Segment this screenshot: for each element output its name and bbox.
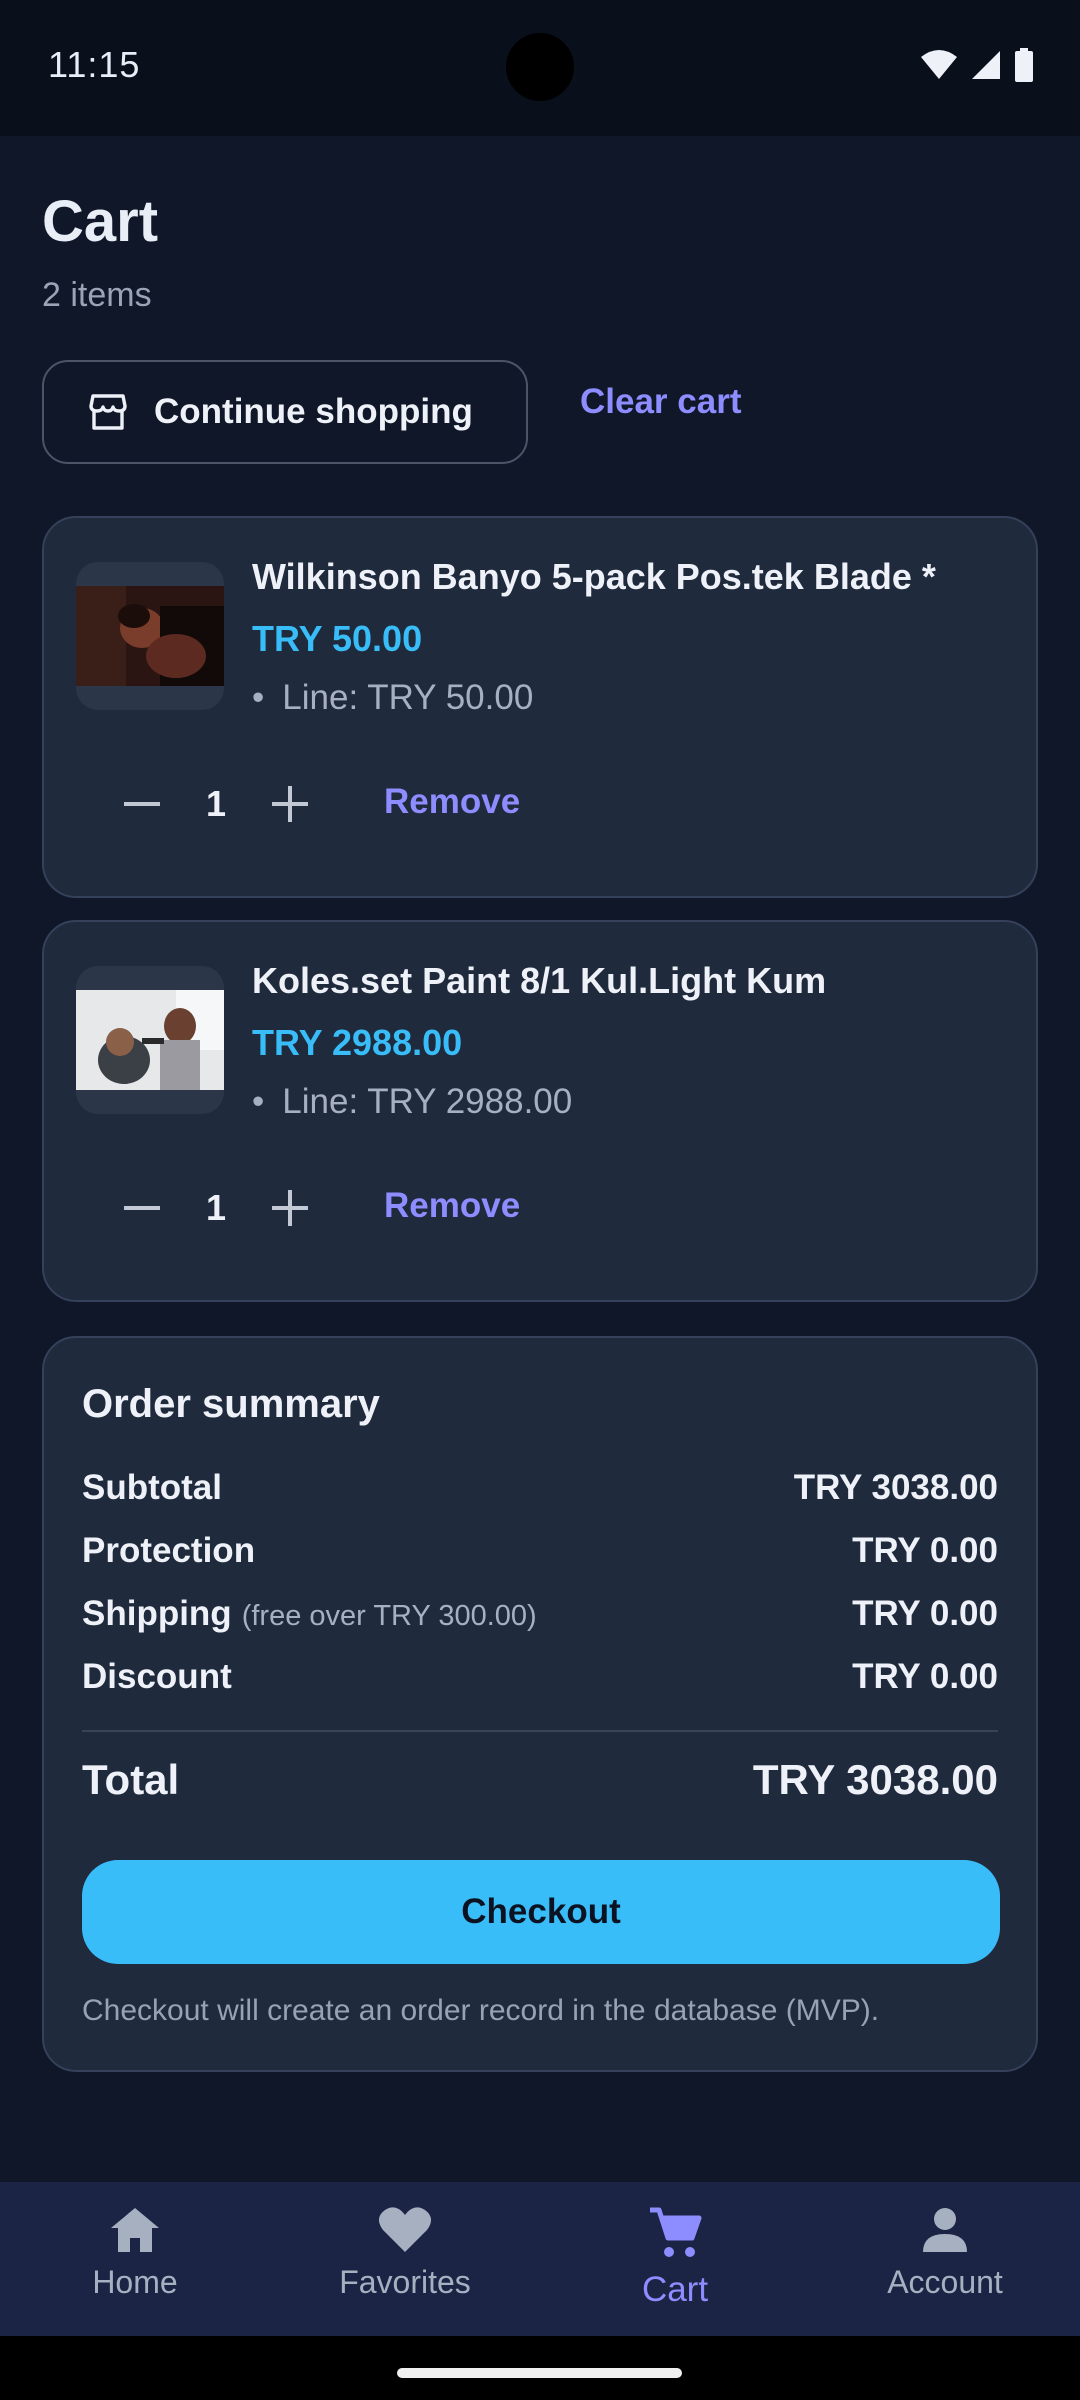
discount-row: Discount TRY 0.00 xyxy=(82,1657,998,1697)
status-bar: 11:15 xyxy=(0,0,1080,136)
remove-item-button[interactable]: Remove xyxy=(384,782,520,822)
nav-account-label: Account xyxy=(887,2264,1003,2300)
total-value: TRY 3038.00 xyxy=(752,1756,998,1803)
order-summary-title: Order summary xyxy=(82,1382,380,1426)
clear-cart-button[interactable]: Clear cart xyxy=(580,382,741,422)
nav-home[interactable]: Home xyxy=(0,2182,270,2336)
home-icon xyxy=(111,2208,159,2252)
subtotal-row: Subtotal TRY 3038.00 xyxy=(82,1468,998,1508)
shipping-row: Shipping (free over TRY 300.00) TRY 0.00 xyxy=(82,1594,998,1634)
protection-row: Protection TRY 0.00 xyxy=(82,1531,998,1571)
summary-divider xyxy=(82,1730,998,1732)
battery-icon xyxy=(1015,48,1033,82)
cart-item-card: Koles.set Paint 8/1 Kul.Light Kum TRY 29… xyxy=(42,920,1038,1302)
gesture-bar-area xyxy=(0,2336,1080,2400)
decrease-quantity-button[interactable] xyxy=(116,1182,168,1234)
total-label: Total xyxy=(82,1756,180,1803)
protection-label: Protection xyxy=(82,1531,256,1570)
plus-icon xyxy=(272,1190,308,1226)
item-price: TRY 50.00 xyxy=(252,618,423,659)
total-row: Total TRY 3038.00 xyxy=(82,1756,998,1804)
page-title: Cart xyxy=(42,189,159,254)
nav-cart[interactable]: Cart xyxy=(540,2182,810,2336)
decrease-quantity-button[interactable] xyxy=(116,778,168,830)
quantity-stepper: 1 xyxy=(116,1178,316,1238)
cart-page: Cart 2 items Continue shopping Clear car… xyxy=(0,136,1080,2182)
cart-item-card: Wilkinson Banyo 5-pack Pos.tek Blade * T… xyxy=(42,516,1038,898)
subtotal-value: TRY 3038.00 xyxy=(793,1468,998,1507)
status-icons xyxy=(920,48,1034,82)
home-gesture-bar[interactable] xyxy=(397,2368,682,2378)
quantity-value: 1 xyxy=(205,783,227,824)
quantity-value: 1 xyxy=(205,1187,227,1228)
bullet: • xyxy=(252,1082,265,1121)
signal-icon xyxy=(972,51,1000,79)
nav-home-label: Home xyxy=(92,2264,178,2300)
item-price: TRY 2988.00 xyxy=(252,1022,463,1063)
item-line-text: Line: TRY 50.00 xyxy=(282,678,534,717)
item-line-text: Line: TRY 2988.00 xyxy=(282,1082,573,1121)
quantity-stepper: 1 xyxy=(116,774,316,834)
protection-value: TRY 0.00 xyxy=(852,1531,998,1570)
discount-value: TRY 0.00 xyxy=(852,1657,998,1696)
continue-shopping-label: Continue shopping xyxy=(154,392,473,431)
shipping-label: Shipping xyxy=(82,1594,232,1633)
discount-label: Discount xyxy=(82,1657,232,1696)
status-time: 11:15 xyxy=(48,44,141,85)
shipping-note: (free over TRY 300.00) xyxy=(241,1600,537,1632)
increase-quantity-button[interactable] xyxy=(264,1182,316,1234)
product-photo-barber xyxy=(76,586,224,686)
nav-favorites[interactable]: Favorites xyxy=(270,2182,540,2336)
product-thumbnail[interactable] xyxy=(76,562,224,710)
product-photo-salon xyxy=(76,990,224,1090)
increase-quantity-button[interactable] xyxy=(264,778,316,830)
person-icon xyxy=(923,2208,967,2252)
item-count: 2 items xyxy=(42,276,152,314)
item-line-total: • Line: TRY 50.00 xyxy=(252,678,533,718)
checkout-button[interactable]: Checkout xyxy=(82,1860,1000,1964)
camera-cutout xyxy=(506,33,574,101)
shipping-label-group: Shipping (free over TRY 300.00) xyxy=(82,1594,537,1634)
plus-icon xyxy=(272,786,308,822)
continue-shopping-button[interactable]: Continue shopping xyxy=(42,360,528,464)
shipping-value: TRY 0.00 xyxy=(852,1594,998,1633)
subtotal-label: Subtotal xyxy=(82,1468,222,1507)
checkout-note: Checkout will create an order record in … xyxy=(82,1994,880,2027)
wifi-icon xyxy=(921,50,957,79)
remove-item-button[interactable]: Remove xyxy=(384,1186,520,1226)
cart-icon xyxy=(650,2207,702,2257)
order-summary: Order summary Subtotal TRY 3038.00 Prote… xyxy=(42,1336,1038,2072)
bottom-navigation: Home Favorites Cart Account xyxy=(0,2182,1080,2336)
item-line-total: • Line: TRY 2988.00 xyxy=(252,1082,572,1122)
nav-favorites-label: Favorites xyxy=(339,2264,471,2300)
minus-icon xyxy=(124,802,160,806)
minus-icon xyxy=(124,1206,160,1210)
nav-cart-label: Cart xyxy=(641,2270,709,2309)
storefront-icon xyxy=(89,394,127,430)
nav-account[interactable]: Account xyxy=(810,2182,1080,2336)
item-name[interactable]: Wilkinson Banyo 5-pack Pos.tek Blade * xyxy=(252,556,936,598)
item-name[interactable]: Koles.set Paint 8/1 Kul.Light Kum xyxy=(252,960,826,1002)
heart-icon xyxy=(378,2207,432,2252)
bullet: • xyxy=(252,678,265,717)
product-thumbnail[interactable] xyxy=(76,966,224,1114)
